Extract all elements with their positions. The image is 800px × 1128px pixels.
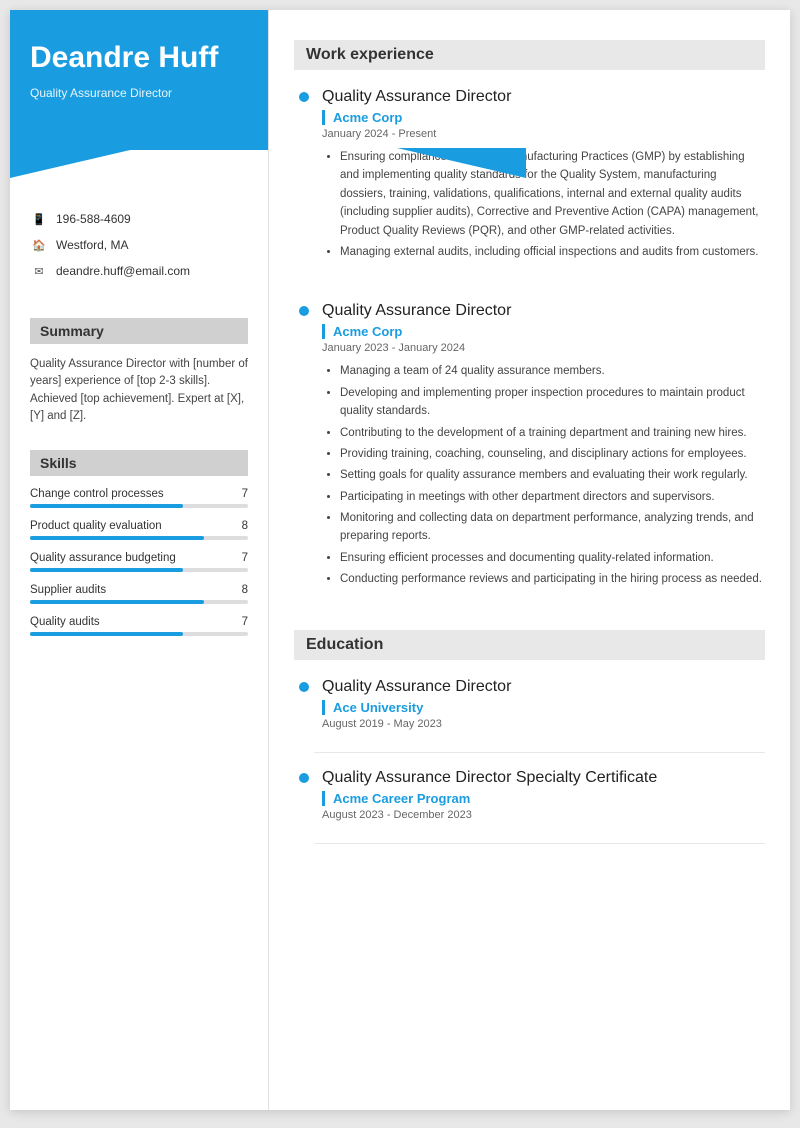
skill-item: Change control processes 7 — [30, 488, 248, 508]
entry-title: Quality Assurance Director — [322, 88, 765, 106]
section-dot — [299, 773, 309, 783]
work-entry: Quality Assurance Director Acme Corp Jan… — [294, 302, 765, 607]
skills-list: Change control processes 7 Product quali… — [30, 488, 248, 636]
skill-header: Change control processes 7 — [30, 488, 248, 500]
location-item: 🏠 Westford, MA — [30, 236, 248, 254]
dot-column — [294, 88, 314, 280]
phone-icon: 📱 — [30, 210, 48, 228]
entry-content: Quality Assurance Director Acme Corp Jan… — [314, 302, 765, 607]
email-icon: ✉ — [30, 262, 48, 280]
edu-date: August 2023 - December 2023 — [322, 809, 765, 821]
skill-header: Supplier audits 8 — [30, 584, 248, 596]
candidate-title: Quality Assurance Director — [30, 86, 248, 100]
location-icon: 🏠 — [30, 236, 48, 254]
bullet-item: Developing and implementing proper inspe… — [340, 384, 765, 421]
entry-content: Quality Assurance Director Acme Corp Jan… — [314, 88, 765, 280]
entry-company: Acme Corp — [322, 324, 765, 339]
skill-bar-bg — [30, 600, 248, 604]
skill-bar-fill — [30, 568, 183, 572]
skill-item: Quality audits 7 — [30, 616, 248, 636]
skill-name: Change control processes — [30, 488, 164, 500]
dot-column — [294, 769, 314, 844]
skill-bar-bg — [30, 504, 248, 508]
summary-text: Quality Assurance Director with [number … — [30, 356, 248, 425]
skill-header: Quality assurance budgeting 7 — [30, 552, 248, 564]
summary-section: Summary Quality Assurance Director with … — [10, 308, 268, 440]
bullet-item: Managing external audits, including offi… — [340, 243, 765, 261]
work-entry: Quality Assurance Director Acme Corp Jan… — [294, 88, 765, 280]
phone-item: 📱 196-588-4609 — [30, 210, 248, 228]
bullet-item: Contributing to the development of a tra… — [340, 424, 765, 442]
edu-title: Quality Assurance Director — [322, 678, 765, 696]
skill-level: 7 — [242, 488, 248, 500]
phone-value: 196-588-4609 — [56, 212, 131, 226]
edu-company: Ace University — [322, 700, 765, 715]
bullet-item: Monitoring and collecting data on depart… — [340, 509, 765, 546]
entry-bullets: Managing a team of 24 quality assurance … — [322, 362, 765, 588]
edu-entry: Quality Assurance Director Specialty Cer… — [294, 769, 765, 844]
contact-section: 📱 196-588-4609 🏠 Westford, MA ✉ deandre.… — [10, 160, 268, 308]
skill-bar-bg — [30, 632, 248, 636]
skill-item: Product quality evaluation 8 — [30, 520, 248, 540]
entry-date: January 2023 - January 2024 — [322, 342, 765, 354]
bullet-item: Providing training, coaching, counseling… — [340, 445, 765, 463]
entry-title: Quality Assurance Director — [322, 302, 765, 320]
skill-bar-fill — [30, 536, 204, 540]
dot-column — [294, 678, 314, 753]
edu-entry: Quality Assurance Director Ace Universit… — [294, 678, 765, 753]
education-entries: Quality Assurance Director Ace Universit… — [294, 678, 765, 844]
skill-name: Supplier audits — [30, 584, 106, 596]
candidate-name: Deandre Huff — [30, 40, 248, 76]
skill-bar-bg — [30, 568, 248, 572]
section-dot — [299, 306, 309, 316]
skill-level: 7 — [242, 552, 248, 564]
entry-date: January 2024 - Present — [322, 128, 765, 140]
edu-date: August 2019 - May 2023 — [322, 718, 765, 730]
skill-bar-fill — [30, 632, 183, 636]
sidebar-header: Deandre Huff Quality Assurance Director — [10, 10, 268, 150]
skills-section: Skills Change control processes 7 Produc… — [10, 440, 268, 663]
edu-content: Quality Assurance Director Ace Universit… — [314, 678, 765, 753]
section-dot — [299, 92, 309, 102]
section-dot — [299, 682, 309, 692]
skill-item: Quality assurance budgeting 7 — [30, 552, 248, 572]
bullet-item: Setting goals for quality assurance memb… — [340, 466, 765, 484]
skill-level: 8 — [242, 584, 248, 596]
skill-bar-fill — [30, 504, 183, 508]
edu-title: Quality Assurance Director Specialty Cer… — [322, 769, 765, 787]
summary-heading: Summary — [30, 318, 248, 344]
education-section-heading: Education — [294, 630, 765, 660]
bullet-item: Managing a team of 24 quality assurance … — [340, 362, 765, 380]
edu-content: Quality Assurance Director Specialty Cer… — [314, 769, 765, 844]
location-value: Westford, MA — [56, 238, 128, 252]
skill-header: Product quality evaluation 8 — [30, 520, 248, 532]
bullet-item: Participating in meetings with other dep… — [340, 488, 765, 506]
edu-company: Acme Career Program — [322, 791, 765, 806]
skill-name: Quality assurance budgeting — [30, 552, 176, 564]
skill-bar-bg — [30, 536, 248, 540]
skill-level: 8 — [242, 520, 248, 532]
dot-column — [294, 302, 314, 607]
skill-bar-fill — [30, 600, 204, 604]
bullet-item: Ensuring efficient processes and documen… — [340, 549, 765, 567]
bullet-item: Conducting performance reviews and parti… — [340, 570, 765, 588]
entry-company: Acme Corp — [322, 110, 765, 125]
skill-name: Quality audits — [30, 616, 100, 628]
resume-container: Deandre Huff Quality Assurance Director … — [10, 10, 790, 1110]
skills-heading: Skills — [30, 450, 248, 476]
skill-item: Supplier audits 8 — [30, 584, 248, 604]
work-section-heading: Work experience — [294, 40, 765, 70]
skill-level: 7 — [242, 616, 248, 628]
skill-name: Product quality evaluation — [30, 520, 162, 532]
email-item: ✉ deandre.huff@email.com — [30, 262, 248, 280]
email-value: deandre.huff@email.com — [56, 264, 190, 278]
skill-header: Quality audits 7 — [30, 616, 248, 628]
sidebar: Deandre Huff Quality Assurance Director … — [10, 10, 268, 1110]
